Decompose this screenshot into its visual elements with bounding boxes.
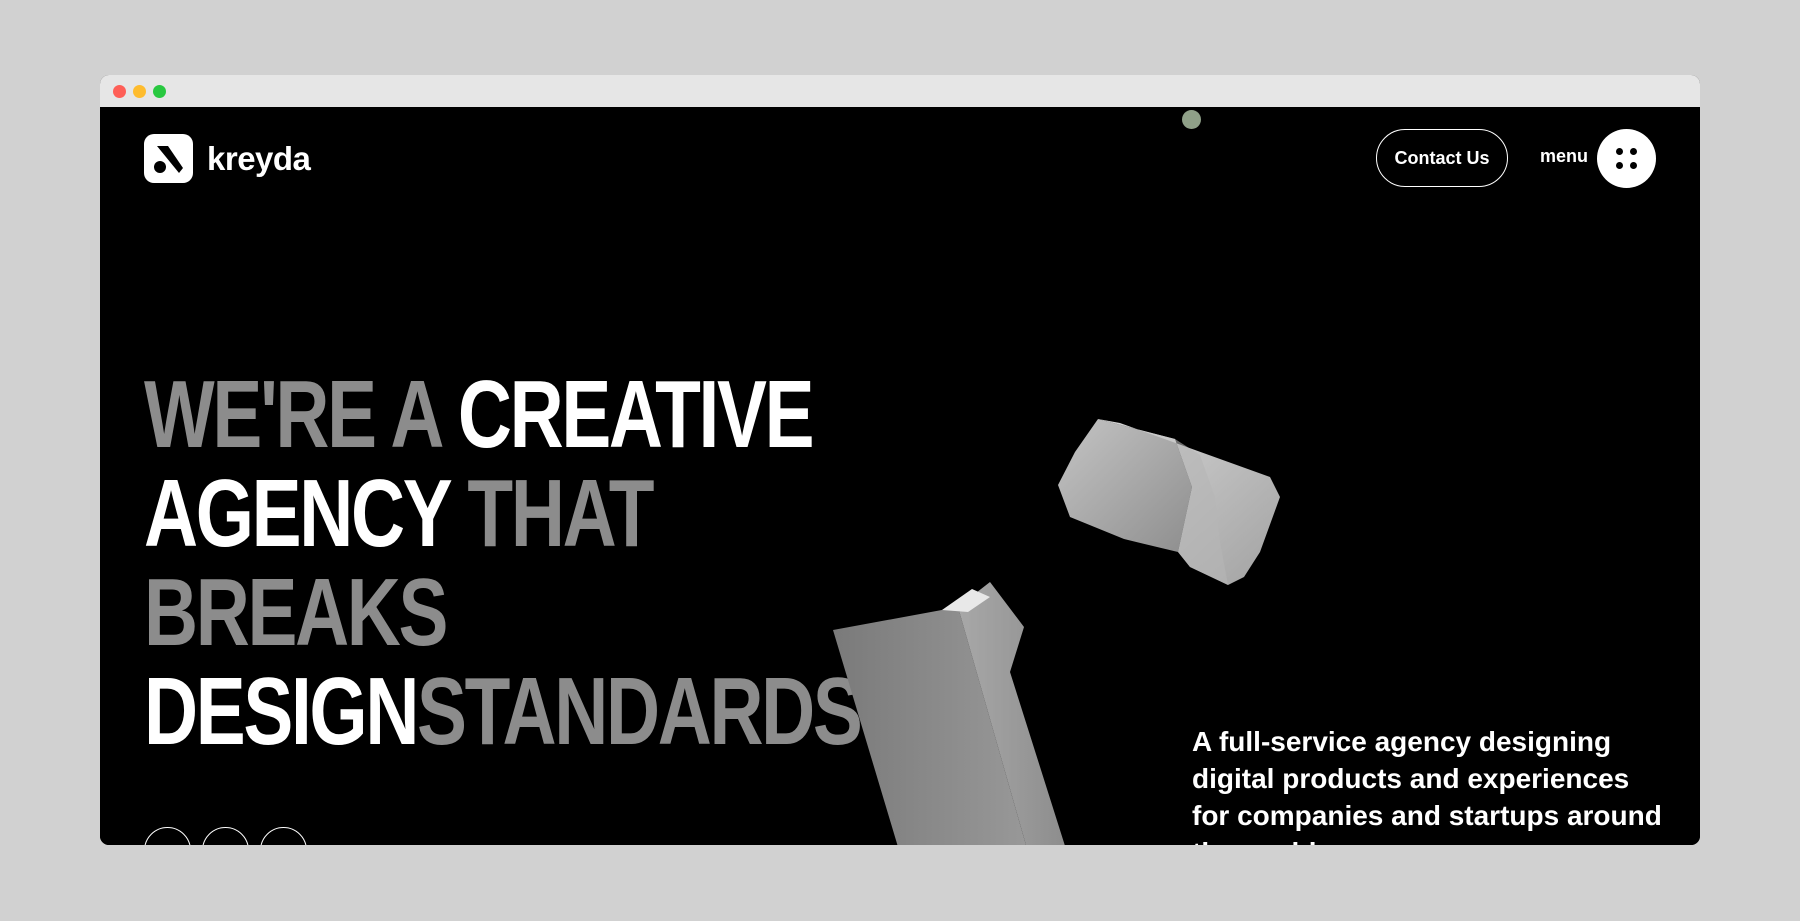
circle-social-icon[interactable] bbox=[144, 827, 191, 845]
window-titlebar bbox=[100, 75, 1700, 107]
hero-tagline: A full-service agency designing digital … bbox=[1192, 726, 1662, 845]
paper-plane-icon[interactable] bbox=[202, 827, 249, 845]
menu-label[interactable]: menu bbox=[1540, 146, 1588, 167]
custom-cursor bbox=[1182, 110, 1201, 129]
headline-segment: DESIGN bbox=[144, 658, 419, 765]
browser-window: kreyda Contact Us menu WE'RE A CREATIVE … bbox=[100, 75, 1700, 845]
headline-segment: WE'RE A bbox=[144, 361, 458, 468]
menu-button[interactable] bbox=[1597, 129, 1656, 188]
headline-segment: AGENCY bbox=[144, 460, 468, 567]
four-dots-icon bbox=[1616, 162, 1623, 169]
headline-segment: THAT bbox=[467, 460, 654, 567]
minimize-window-button[interactable] bbox=[133, 85, 146, 98]
page-viewport: kreyda Contact Us menu WE'RE A CREATIVE … bbox=[100, 107, 1700, 845]
contact-us-button[interactable]: Contact Us bbox=[1376, 129, 1508, 187]
headline-segment: BREAKS bbox=[144, 559, 448, 666]
four-dots-icon bbox=[1616, 148, 1623, 155]
kreyda-mark-icon bbox=[144, 134, 193, 183]
brand-name: kreyda bbox=[207, 139, 311, 177]
four-dots-icon bbox=[1630, 162, 1637, 169]
four-dots-icon bbox=[1630, 148, 1637, 155]
close-window-button[interactable] bbox=[113, 85, 126, 98]
maximize-window-button[interactable] bbox=[153, 85, 166, 98]
square-social-icon[interactable] bbox=[260, 827, 307, 845]
brand-logo[interactable]: kreyda bbox=[144, 134, 311, 183]
